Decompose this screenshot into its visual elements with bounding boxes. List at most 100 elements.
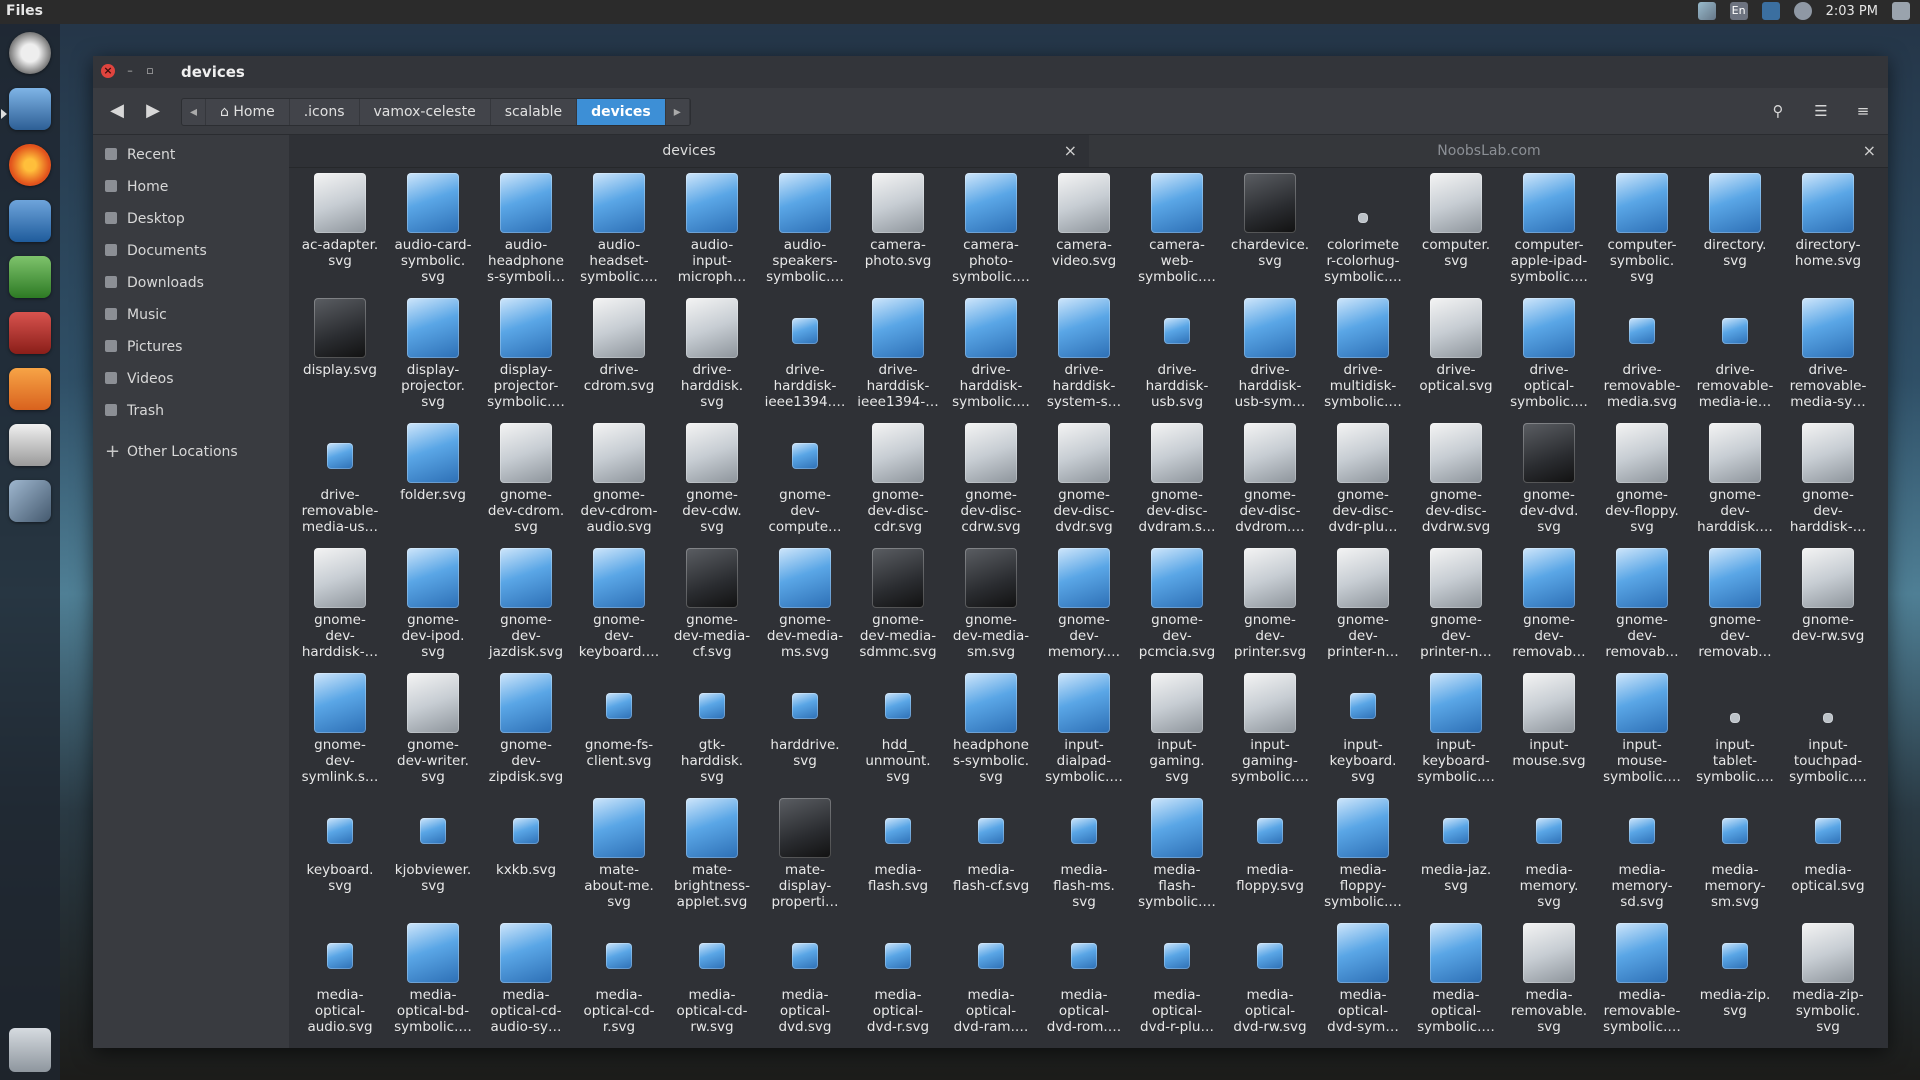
file-item[interactable]: camera-video.svg (1039, 173, 1129, 298)
file-item[interactable]: drive-harddisk-symbolic.… (946, 298, 1036, 423)
file-item[interactable]: display.svg (295, 298, 385, 423)
sidebar-item-recent[interactable]: Recent (93, 141, 289, 169)
list-view-icon[interactable]: ☰ (1807, 98, 1835, 124)
file-item[interactable]: gnome-dev-memory.… (1039, 548, 1129, 673)
file-item[interactable]: gnome-dev-dvd. svg (1504, 423, 1594, 548)
sidebar-item-pictures[interactable]: Pictures (93, 333, 289, 361)
file-item[interactable]: media-zip. svg (1690, 923, 1780, 1048)
file-item[interactable]: drive-harddisk-ieee1394.… (760, 298, 850, 423)
file-item[interactable]: media-flash-ms. svg (1039, 798, 1129, 923)
file-item[interactable]: gnome-dev-rw.svg (1783, 548, 1873, 673)
software-center-icon[interactable] (9, 368, 51, 410)
file-item[interactable]: gnome-dev-removab… (1504, 548, 1594, 673)
file-item[interactable]: gnome-dev-harddisk-… (1783, 423, 1873, 548)
file-item[interactable]: audio-speakers-symbolic.… (760, 173, 850, 298)
file-item[interactable]: media-optical-symbolic.… (1411, 923, 1501, 1048)
file-item[interactable]: gnome-dev-media-cf.svg (667, 548, 757, 673)
volume-icon[interactable] (1793, 2, 1812, 20)
system-settings-icon[interactable] (9, 32, 51, 74)
file-item[interactable]: input-tablet-symbolic.… (1690, 673, 1780, 798)
file-item[interactable]: drive-optical.svg (1411, 298, 1501, 423)
file-item[interactable]: media-memory-sm.svg (1690, 798, 1780, 923)
file-item[interactable]: gnome-dev-disc-dvdrom.… (1225, 423, 1315, 548)
file-item[interactable]: gnome-dev-disc-cdrw.svg (946, 423, 1036, 548)
file-item[interactable]: gnome-dev-cdrom. svg (481, 423, 571, 548)
file-item[interactable]: media-floppy-symbolic.… (1318, 798, 1408, 923)
file-item[interactable]: display-projector. svg (388, 298, 478, 423)
close-tab-icon[interactable]: × (1064, 135, 1077, 167)
tab-noobslab[interactable]: NoobsLab.com × (1090, 135, 1888, 167)
file-item[interactable]: media-optical-dvd-r-plu… (1132, 923, 1222, 1048)
keyboard-layout-indicator[interactable]: En (1729, 2, 1748, 20)
file-item[interactable]: media-optical.svg (1783, 798, 1873, 923)
file-item[interactable]: gnome-dev-pcmcia.svg (1132, 548, 1222, 673)
file-item[interactable]: media-removable. svg (1504, 923, 1594, 1048)
file-item[interactable]: gnome-dev-harddisk.… (1690, 423, 1780, 548)
file-item[interactable]: drive-harddisk-usb-sym… (1225, 298, 1315, 423)
file-item[interactable]: drive-removable-media-ie… (1690, 298, 1780, 423)
file-item[interactable]: input-keyboard. svg (1318, 673, 1408, 798)
breadcrumb-devices[interactable]: devices (577, 99, 666, 125)
libreoffice-impress-icon[interactable] (9, 312, 51, 354)
file-item[interactable]: keyboard. svg (295, 798, 385, 923)
file-item[interactable]: gnome-dev-removab… (1690, 548, 1780, 673)
file-item[interactable]: media-jaz. svg (1411, 798, 1501, 923)
file-item[interactable]: media-removable-symbolic.… (1597, 923, 1687, 1048)
libreoffice-calc-icon[interactable] (9, 256, 51, 298)
file-item[interactable]: camera-photo.svg (853, 173, 943, 298)
file-item[interactable]: media-optical-dvd-sym… (1318, 923, 1408, 1048)
file-item[interactable]: computer. svg (1411, 173, 1501, 298)
breadcrumb-scroll-left[interactable]: ◂ (182, 99, 207, 125)
breadcrumb-icons[interactable]: .icons (290, 99, 360, 125)
file-item[interactable]: gnome-dev-media-sdmmc.svg (853, 548, 943, 673)
file-item[interactable]: media-memory-sd.svg (1597, 798, 1687, 923)
file-item[interactable]: drive-removable-media-sy… (1783, 298, 1873, 423)
power-icon[interactable] (1892, 2, 1910, 20)
file-item[interactable]: camera-photo-symbolic.… (946, 173, 1036, 298)
sidebar-item-desktop[interactable]: Desktop (93, 205, 289, 233)
sidebar-item-music[interactable]: Music (93, 301, 289, 329)
file-item[interactable]: input-gaming. svg (1132, 673, 1222, 798)
file-item[interactable]: drive-cdrom.svg (574, 298, 664, 423)
file-item[interactable]: harddrive. svg (760, 673, 850, 798)
file-item[interactable]: media-optical-dvd-ram.… (946, 923, 1036, 1048)
file-item[interactable]: hdd_ unmount. svg (853, 673, 943, 798)
file-item[interactable]: input-dialpad-symbolic.… (1039, 673, 1129, 798)
file-item[interactable]: media-optical-bd-symbolic.… (388, 923, 478, 1048)
file-item[interactable]: gnome-dev-cdrom-audio.svg (574, 423, 664, 548)
file-item[interactable]: gnome-dev-disc-dvdram.s… (1132, 423, 1222, 548)
file-item[interactable]: gnome-dev-printer-n… (1318, 548, 1408, 673)
file-item[interactable]: audio-input-microph… (667, 173, 757, 298)
amazon-icon[interactable] (9, 424, 51, 466)
file-item[interactable]: drive-harddisk-ieee1394-… (853, 298, 943, 423)
file-item[interactable]: drive-harddisk-system-s… (1039, 298, 1129, 423)
sidebar-item-downloads[interactable]: Downloads (93, 269, 289, 297)
sidebar-item-other-locations[interactable]: + Other Locations (93, 438, 289, 466)
file-item[interactable]: gnome-dev-disc-dvdr.svg (1039, 423, 1129, 548)
file-item[interactable]: media-floppy.svg (1225, 798, 1315, 923)
file-item[interactable]: audio-headset-symbolic.… (574, 173, 664, 298)
file-item[interactable]: media-flash-symbolic.… (1132, 798, 1222, 923)
file-item[interactable]: kxkb.svg (481, 798, 571, 923)
file-item[interactable]: media-optical-cd-rw.svg (667, 923, 757, 1048)
sidebar-item-documents[interactable]: Documents (93, 237, 289, 265)
minimize-window-button[interactable]: – (123, 64, 137, 78)
sidebar-item-home[interactable]: Home (93, 173, 289, 201)
breadcrumb-home[interactable]: ⌂ Home (206, 99, 290, 125)
file-item[interactable]: gnome-dev-writer. svg (388, 673, 478, 798)
file-item[interactable]: drive-optical-symbolic.… (1504, 298, 1594, 423)
file-item[interactable]: media-flash-cf.svg (946, 798, 1036, 923)
file-item[interactable]: gnome-dev-compute… (760, 423, 850, 548)
file-item[interactable]: gnome-dev-cdw. svg (667, 423, 757, 548)
clock[interactable]: 2:03 PM (1826, 4, 1878, 19)
file-item[interactable]: input-touchpad-symbolic.… (1783, 673, 1873, 798)
file-item[interactable]: media-optical-dvd-rom.… (1039, 923, 1129, 1048)
file-item[interactable]: gnome-dev-keyboard.… (574, 548, 664, 673)
back-arrow-icon[interactable]: ◀ (103, 98, 131, 124)
breadcrumb-scalable[interactable]: scalable (491, 99, 578, 125)
file-item[interactable]: media-optical-dvd-rw.svg (1225, 923, 1315, 1048)
file-item[interactable]: drive-removable-media.svg (1597, 298, 1687, 423)
app-menu-title[interactable]: Files (6, 3, 43, 19)
file-item[interactable]: computer-apple-ipad-symbolic.… (1504, 173, 1594, 298)
file-item[interactable]: input-mouse-symbolic.… (1597, 673, 1687, 798)
